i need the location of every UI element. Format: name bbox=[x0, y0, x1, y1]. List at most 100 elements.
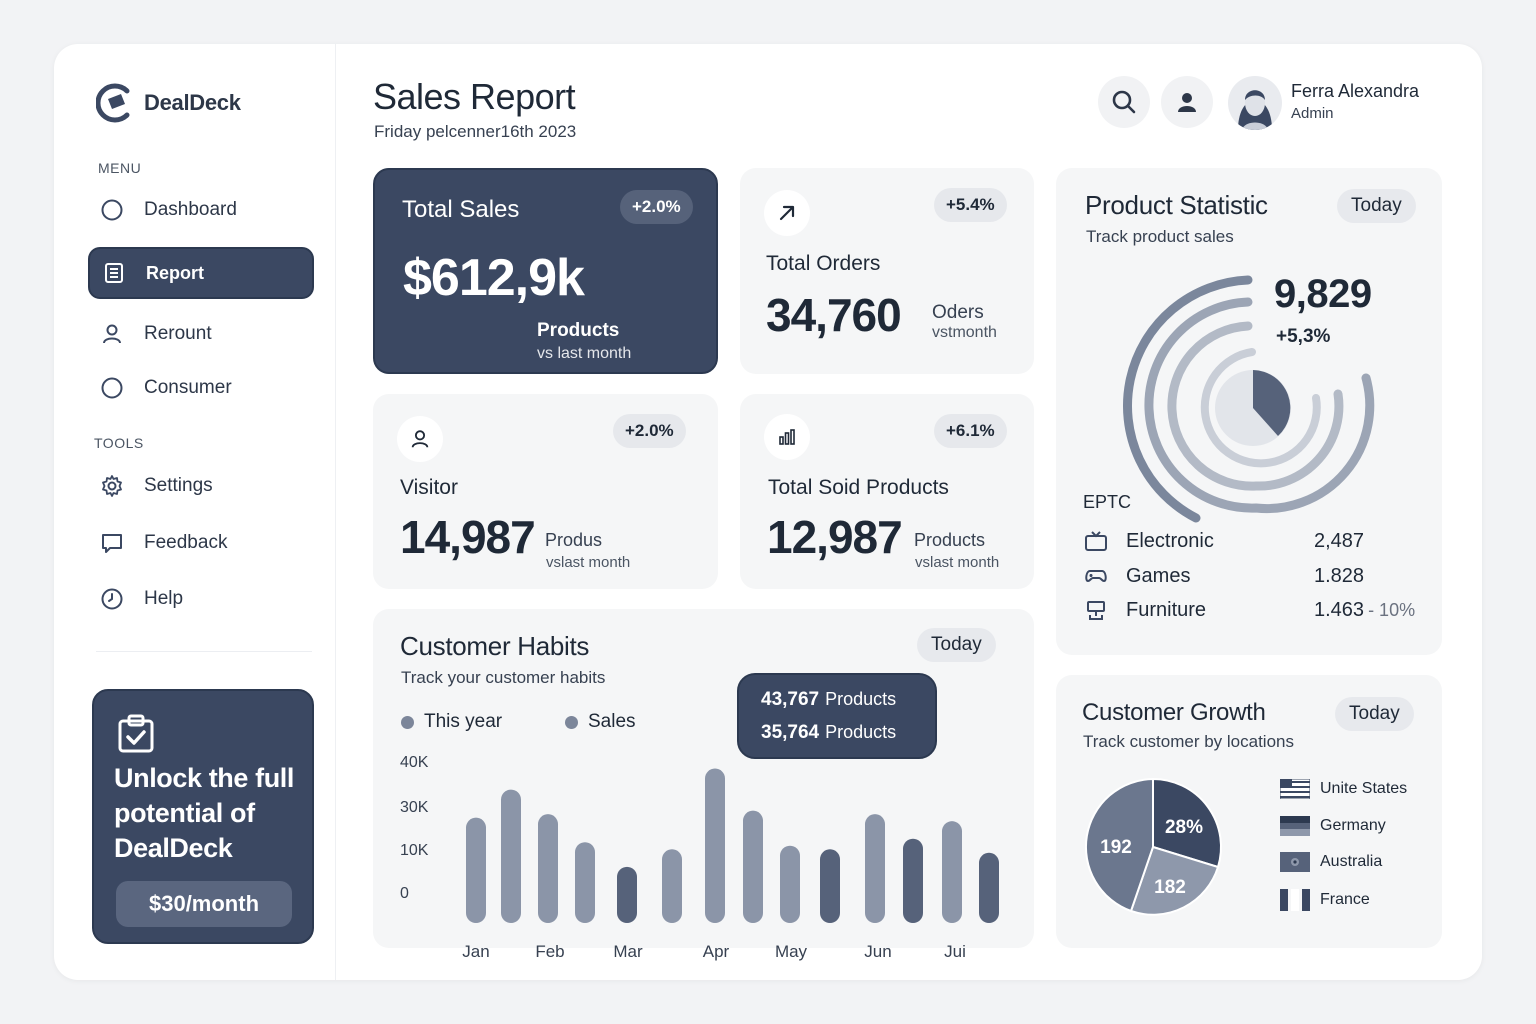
chart-bar[interactable] bbox=[575, 842, 595, 923]
chart-bar[interactable] bbox=[662, 849, 682, 923]
sold-products-badge: +6.1% bbox=[934, 414, 1007, 448]
country-row-germany[interactable]: Germany bbox=[1280, 816, 1386, 836]
product-group-label: EPTC bbox=[1083, 492, 1132, 512]
x-tick-label: Apr bbox=[703, 942, 730, 961]
product-category: Furniture bbox=[1126, 598, 1207, 621]
total-orders-label: Total Orders bbox=[766, 252, 881, 275]
sidebar-item-label: Feedback bbox=[144, 532, 228, 553]
sold-products-compare: vslast month bbox=[915, 554, 1000, 571]
user-role: Admin bbox=[1291, 105, 1334, 122]
page-title: Sales Report bbox=[373, 76, 576, 117]
customer-habits-card: Customer Habits Track your customer habi… bbox=[373, 609, 1034, 961]
product-total-change: +5,3% bbox=[1276, 326, 1331, 347]
total-orders-sub: Oders bbox=[932, 302, 984, 323]
product-row-electronic[interactable]: Electronic 2,487 bbox=[1084, 526, 1424, 556]
product-change: - 10% bbox=[1368, 599, 1416, 620]
chart-bar[interactable] bbox=[538, 814, 558, 923]
clock-icon bbox=[101, 588, 123, 610]
sidebar-item-label: Help bbox=[144, 588, 184, 609]
gamepad-icon bbox=[1085, 570, 1107, 583]
sold-products-label: Total Soid Products bbox=[768, 476, 949, 499]
y-tick-label: 40K bbox=[400, 754, 429, 771]
total-orders-card[interactable]: +5.4% Total Orders 34,760 Oders vstmonth bbox=[740, 168, 1034, 374]
user-name: Ferra Alexandra bbox=[1291, 81, 1420, 101]
brand[interactable]: DealDeck bbox=[96, 82, 241, 124]
germany-flag-icon bbox=[1280, 816, 1310, 836]
clipboard-check-icon bbox=[118, 714, 154, 753]
total-orders-badge: +5.4% bbox=[934, 188, 1007, 222]
chart-bar[interactable] bbox=[705, 768, 725, 923]
pie-label-28: 28% bbox=[1165, 817, 1203, 838]
x-tick-label: Feb bbox=[535, 942, 564, 961]
sidebar-item-consumer[interactable]: Consumer bbox=[88, 362, 314, 414]
chart-tooltip: 43,767 Products 35,764 Products bbox=[737, 673, 937, 759]
chart-bar[interactable] bbox=[942, 821, 962, 923]
chart-bar[interactable] bbox=[501, 789, 521, 923]
sidebar-item-settings[interactable]: Settings bbox=[88, 460, 314, 512]
upgrade-promo-card: Unlock the full potential of DealDeck $3… bbox=[92, 689, 314, 944]
product-value: 2,487 bbox=[1314, 529, 1365, 552]
visitor-badge: +2.0% bbox=[613, 414, 686, 448]
sidebar-item-label: Dashboard bbox=[144, 199, 237, 220]
customer-growth-card: Customer Growth Track customer by locati… bbox=[1056, 675, 1442, 948]
chart-bar[interactable] bbox=[780, 845, 800, 923]
chart-bar[interactable] bbox=[743, 810, 763, 923]
tooltip-value: 35,764 bbox=[761, 722, 820, 743]
country-name: Australia bbox=[1320, 853, 1383, 870]
chart-bar[interactable] bbox=[865, 814, 885, 923]
chart-bar[interactable] bbox=[820, 849, 840, 923]
feedback-icon bbox=[102, 534, 122, 553]
france-flag-icon bbox=[1280, 889, 1310, 911]
brand-name: DealDeck bbox=[144, 90, 241, 115]
x-tick-label: May bbox=[775, 942, 808, 961]
product-row-furniture[interactable]: Furniture 1.463 - 10% bbox=[1084, 595, 1424, 625]
sidebar-divider bbox=[96, 651, 312, 652]
customer-habits-bar-chart: 40K 30K 10K 0 Jan Feb Mar Apr May Jun Jui bbox=[400, 754, 999, 961]
upgrade-price-button[interactable]: $30/month bbox=[116, 881, 292, 927]
sidebar-item-label: Consumer bbox=[144, 377, 232, 398]
visitor-compare: vslast month bbox=[546, 554, 631, 571]
profile-button[interactable] bbox=[1161, 76, 1213, 128]
country-name: Unite States bbox=[1320, 780, 1408, 797]
country-row-us[interactable]: Unite States bbox=[1280, 779, 1407, 799]
total-sales-card[interactable]: Total Sales +2.0% $612,9k Products vs la… bbox=[373, 168, 718, 374]
total-orders-value: 34,760 bbox=[766, 289, 902, 341]
y-tick-label: 30K bbox=[400, 799, 429, 816]
chart-bar[interactable] bbox=[903, 838, 923, 923]
x-tick-label: Jui bbox=[944, 942, 966, 961]
search-button[interactable] bbox=[1098, 76, 1150, 128]
total-sales-compare: vs last month bbox=[537, 345, 632, 362]
avatar[interactable] bbox=[1228, 76, 1282, 130]
country-name: Germany bbox=[1320, 817, 1386, 834]
sold-products-value: 12,987 bbox=[767, 511, 903, 563]
visitor-label: Visitor bbox=[400, 476, 458, 499]
chair-icon bbox=[1087, 601, 1105, 620]
product-row-games[interactable]: Games 1.828 bbox=[1084, 561, 1424, 591]
country-row-australia[interactable]: Australia bbox=[1280, 852, 1382, 872]
menu-section-label: MENU bbox=[98, 160, 142, 176]
sidebar-item-dashboard[interactable]: Dashboard bbox=[88, 184, 314, 236]
tooltip-row-2: 35,764 Products bbox=[761, 722, 896, 744]
sidebar-item-label: Rerount bbox=[144, 323, 212, 344]
total-sales-sub: Products bbox=[537, 320, 620, 341]
page-date: Friday pelcenner16th 2023 bbox=[374, 122, 577, 141]
chart-bar[interactable] bbox=[617, 866, 637, 923]
report-icon bbox=[105, 263, 123, 283]
chart-bar[interactable] bbox=[466, 817, 486, 923]
total-sales-value: $612,9k bbox=[403, 249, 585, 307]
visitor-value: 14,987 bbox=[400, 511, 536, 563]
sidebar-item-help[interactable]: Help bbox=[88, 573, 314, 625]
visitor-card[interactable]: +2.0% Visitor 14,987 Produs vslast month bbox=[373, 394, 718, 589]
tooltip-unit: Products bbox=[825, 722, 897, 742]
sidebar-item-label: Report bbox=[146, 262, 204, 283]
sidebar-item-feedback[interactable]: Feedback bbox=[88, 517, 314, 569]
country-row-france[interactable]: France bbox=[1280, 889, 1370, 911]
circle-icon bbox=[101, 377, 123, 399]
tooltip-value: 43,767 bbox=[761, 689, 820, 710]
chart-icon-bubble bbox=[764, 414, 810, 460]
sold-products-sub: Products bbox=[914, 530, 986, 550]
chart-bar[interactable] bbox=[979, 852, 999, 923]
sidebar-item-report[interactable]: Report bbox=[88, 247, 314, 299]
sidebar-item-rerount[interactable]: Rerount bbox=[88, 308, 314, 360]
sold-products-card[interactable]: +6.1% Total Soid Products 12,987 Product… bbox=[740, 394, 1034, 589]
